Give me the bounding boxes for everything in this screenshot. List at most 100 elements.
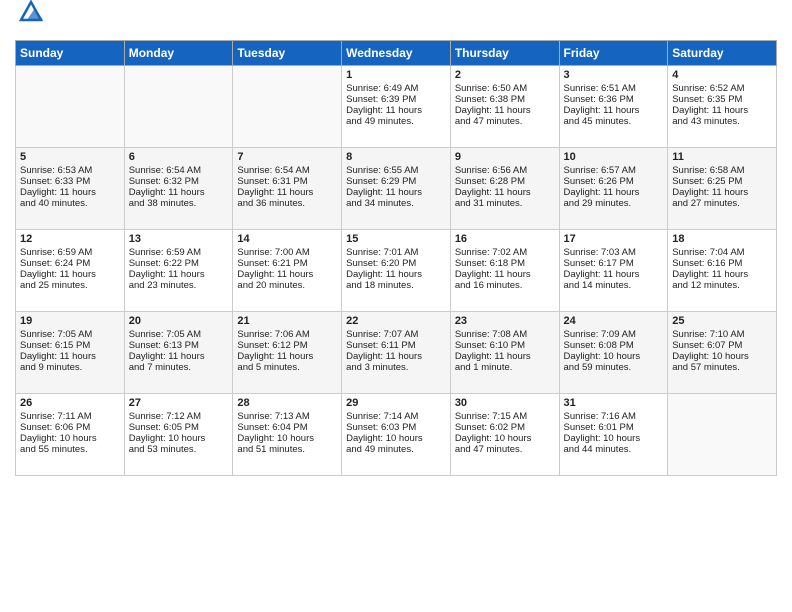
day-of-week-header: Wednesday [342, 41, 451, 66]
calendar-cell: 4 Sunrise: 6:52 AMSunset: 6:35 PMDaylight… [668, 66, 777, 148]
day-info: Sunrise: 7:08 AM [455, 329, 555, 340]
day-info: and 27 minutes. [672, 198, 772, 209]
day-info: Daylight: 11 hours [564, 187, 664, 198]
day-info: and 14 minutes. [564, 280, 664, 291]
day-info: Sunrise: 6:58 AM [672, 165, 772, 176]
calendar-cell: 27 Sunrise: 7:12 AMSunset: 6:05 PMDayligh… [124, 394, 233, 476]
day-info: Sunrise: 6:53 AM [20, 165, 120, 176]
day-number: 10 [564, 151, 664, 163]
day-info: Daylight: 10 hours [672, 351, 772, 362]
day-info: Daylight: 11 hours [237, 187, 337, 198]
day-info: and 7 minutes. [129, 362, 229, 373]
day-info: Daylight: 11 hours [346, 105, 446, 116]
calendar-cell: 17Sunrise: 7:03 AMSunset: 6:17 PMDayligh… [559, 230, 668, 312]
day-number: 1 [346, 69, 446, 81]
calendar-cell: 11Sunrise: 6:58 AMSunset: 6:25 PMDayligh… [668, 148, 777, 230]
day-info: Sunrise: 7:12 AM [129, 411, 229, 422]
day-info: Sunrise: 6:59 AM [20, 247, 120, 258]
day-info: Sunset: 6:08 PM [564, 340, 664, 351]
day-info: Sunrise: 6:49 AM [346, 83, 446, 94]
day-info: Daylight: 11 hours [346, 187, 446, 198]
calendar-cell: 23Sunrise: 7:08 AMSunset: 6:10 PMDayligh… [450, 312, 559, 394]
day-number: 2 [455, 69, 555, 81]
day-info: Sunrise: 7:11 AM [20, 411, 120, 422]
day-info: Sunrise: 6:56 AM [455, 165, 555, 176]
calendar-cell [233, 66, 342, 148]
calendar-cell: 1 Sunrise: 6:49 AMSunset: 6:39 PMDaylight… [342, 66, 451, 148]
day-number: 7 [237, 151, 337, 163]
day-info: Sunset: 6:31 PM [237, 176, 337, 187]
day-info: Sunset: 6:04 PM [237, 422, 337, 433]
day-info: Sunrise: 7:13 AM [237, 411, 337, 422]
day-info: and 44 minutes. [564, 444, 664, 455]
calendar-cell: 6Sunrise: 6:54 AMSunset: 6:32 PMDaylight… [124, 148, 233, 230]
day-info: and 31 minutes. [455, 198, 555, 209]
day-number: 28 [237, 397, 337, 409]
day-info: Sunrise: 6:52 AM [672, 83, 772, 94]
day-info: Sunrise: 6:54 AM [129, 165, 229, 176]
day-number: 3 [564, 69, 664, 81]
day-info: Sunset: 6:21 PM [237, 258, 337, 269]
day-info: Sunset: 6:05 PM [129, 422, 229, 433]
day-info: Sunset: 6:01 PM [564, 422, 664, 433]
header [15, 10, 777, 32]
day-info: Daylight: 10 hours [129, 433, 229, 444]
day-number: 4 [672, 69, 772, 81]
calendar-cell: 3Sunrise: 6:51 AMSunset: 6:36 PMDaylight… [559, 66, 668, 148]
day-info: and 34 minutes. [346, 198, 446, 209]
day-number: 22 [346, 315, 446, 327]
calendar-cell: 30Sunrise: 7:15 AMSunset: 6:02 PMDayligh… [450, 394, 559, 476]
day-info: Daylight: 10 hours [455, 433, 555, 444]
day-number: 27 [129, 397, 229, 409]
day-info: Sunset: 6:38 PM [455, 94, 555, 105]
day-info: Daylight: 11 hours [237, 269, 337, 280]
day-info: Sunset: 6:35 PM [672, 94, 772, 105]
calendar-cell: 29Sunrise: 7:14 AMSunset: 6:03 PMDayligh… [342, 394, 451, 476]
day-info: Daylight: 11 hours [129, 187, 229, 198]
calendar-cell: 20Sunrise: 7:05 AMSunset: 6:13 PMDayligh… [124, 312, 233, 394]
calendar-cell [16, 66, 125, 148]
day-info: Daylight: 11 hours [672, 105, 772, 116]
day-info: Sunset: 6:13 PM [129, 340, 229, 351]
day-info: Daylight: 11 hours [129, 269, 229, 280]
day-info: Sunrise: 7:05 AM [20, 329, 120, 340]
day-info: Sunset: 6:28 PM [455, 176, 555, 187]
day-info: Daylight: 11 hours [129, 351, 229, 362]
calendar-cell: 9Sunrise: 6:56 AMSunset: 6:28 PMDaylight… [450, 148, 559, 230]
calendar-cell: 21Sunrise: 7:06 AMSunset: 6:12 PMDayligh… [233, 312, 342, 394]
calendar-cell: 8Sunrise: 6:55 AMSunset: 6:29 PMDaylight… [342, 148, 451, 230]
calendar-cell: 26Sunrise: 7:11 AMSunset: 6:06 PMDayligh… [16, 394, 125, 476]
day-number: 20 [129, 315, 229, 327]
day-info: Sunset: 6:39 PM [346, 94, 446, 105]
day-info: and 51 minutes. [237, 444, 337, 455]
day-of-week-header: Sunday [16, 41, 125, 66]
day-info: Sunrise: 7:06 AM [237, 329, 337, 340]
day-info: and 40 minutes. [20, 198, 120, 209]
day-info: Daylight: 11 hours [455, 351, 555, 362]
day-info: Daylight: 11 hours [455, 269, 555, 280]
day-info: Sunrise: 6:57 AM [564, 165, 664, 176]
day-number: 17 [564, 233, 664, 245]
day-number: 11 [672, 151, 772, 163]
day-info: Sunset: 6:17 PM [564, 258, 664, 269]
calendar-cell [124, 66, 233, 148]
day-number: 23 [455, 315, 555, 327]
day-info: and 49 minutes. [346, 444, 446, 455]
calendar-week-row: 12Sunrise: 6:59 AMSunset: 6:24 PMDayligh… [16, 230, 777, 312]
calendar-week-row: 19Sunrise: 7:05 AMSunset: 6:15 PMDayligh… [16, 312, 777, 394]
day-info: and 9 minutes. [20, 362, 120, 373]
day-info: Sunrise: 7:00 AM [237, 247, 337, 258]
day-number: 15 [346, 233, 446, 245]
calendar-cell: 19Sunrise: 7:05 AMSunset: 6:15 PMDayligh… [16, 312, 125, 394]
day-info: Sunset: 6:24 PM [20, 258, 120, 269]
calendar-cell: 24Sunrise: 7:09 AMSunset: 6:08 PMDayligh… [559, 312, 668, 394]
calendar-cell: 18Sunrise: 7:04 AMSunset: 6:16 PMDayligh… [668, 230, 777, 312]
day-info: Sunrise: 6:59 AM [129, 247, 229, 258]
calendar-week-row: 26Sunrise: 7:11 AMSunset: 6:06 PMDayligh… [16, 394, 777, 476]
calendar-cell: 7Sunrise: 6:54 AMSunset: 6:31 PMDaylight… [233, 148, 342, 230]
day-info: Sunset: 6:15 PM [20, 340, 120, 351]
calendar-cell: 5Sunrise: 6:53 AMSunset: 6:33 PMDaylight… [16, 148, 125, 230]
day-info: Sunset: 6:03 PM [346, 422, 446, 433]
day-number: 13 [129, 233, 229, 245]
calendar-week-row: 5Sunrise: 6:53 AMSunset: 6:33 PMDaylight… [16, 148, 777, 230]
